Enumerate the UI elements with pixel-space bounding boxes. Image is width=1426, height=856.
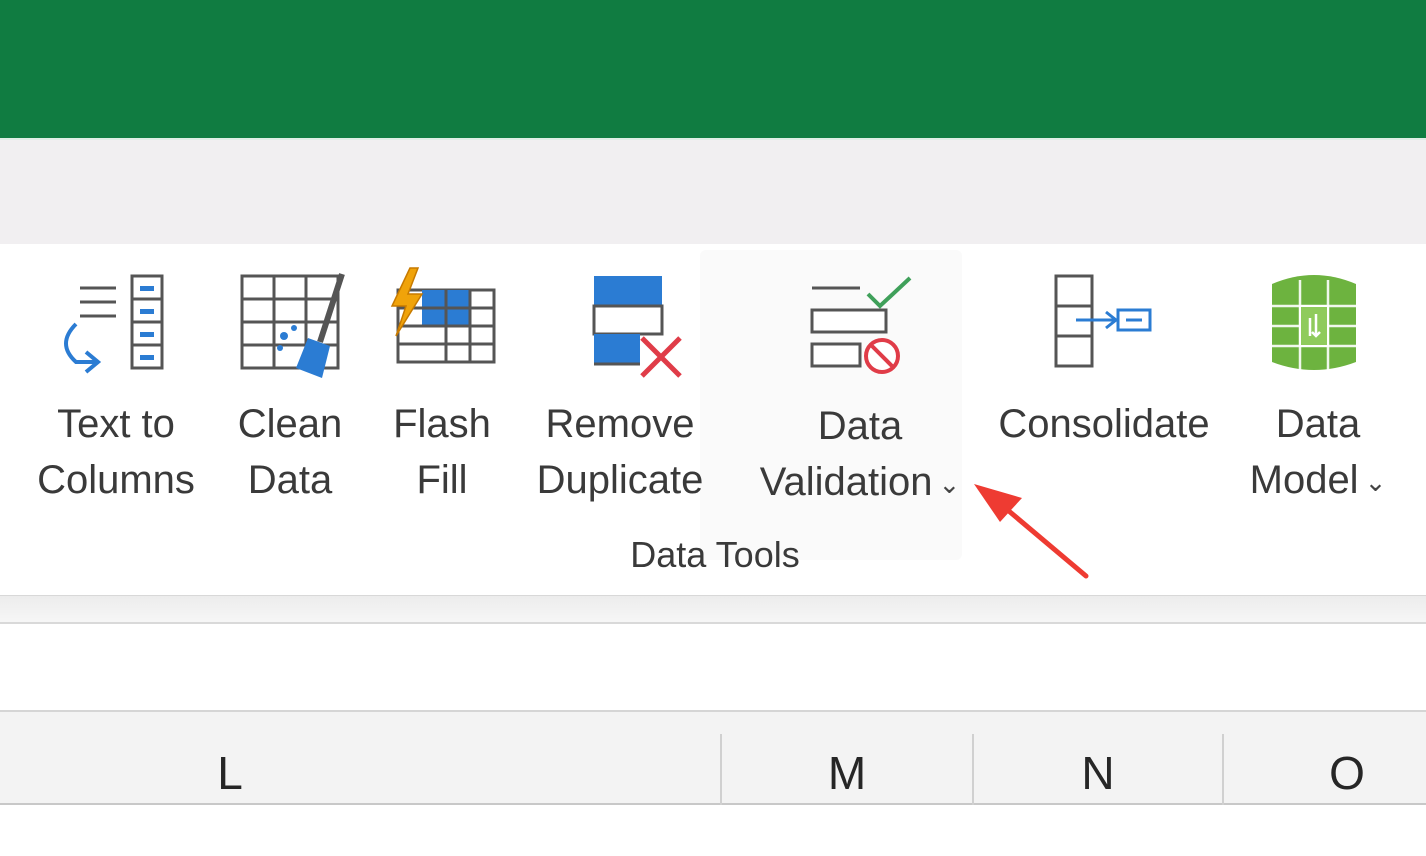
clean-data-button[interactable]: Clean Data (222, 256, 358, 516)
ribbon-divider (0, 596, 1426, 624)
remove-duplicate-label: Remove Duplicate (536, 402, 704, 502)
column-header-n[interactable]: N (974, 712, 1222, 805)
formula-bar-area (0, 626, 1426, 710)
chevron-down-icon: ⌄ (938, 469, 961, 500)
data-model-icon (1272, 275, 1356, 370)
column-header-m[interactable]: M (722, 712, 972, 805)
text-to-columns-label: Text to Columns (37, 402, 195, 502)
remove-duplicate-icon (592, 276, 682, 378)
column-header-row: L M N O (0, 710, 1426, 805)
data-model-label: Data Model ⌄ (1249, 402, 1387, 502)
consolidate-button[interactable]: Consolidate (990, 256, 1218, 516)
chevron-down-icon: ⌄ (1364, 467, 1387, 498)
text-to-columns-button[interactable]: Text to Columns (30, 256, 202, 516)
data-validation-icon (810, 276, 912, 374)
consolidate-label: Consolidate (998, 402, 1210, 446)
text-to-columns-icon (64, 274, 164, 374)
clean-data-label: Clean Data (237, 402, 343, 502)
column-header-o[interactable]: O (1224, 712, 1426, 805)
flash-fill-icon (390, 267, 496, 364)
flash-fill-button[interactable]: Flash Fill (378, 256, 506, 516)
remove-duplicate-button[interactable]: Remove Duplicate (528, 256, 712, 516)
clean-data-icon (240, 273, 345, 378)
worksheet-grid[interactable] (0, 805, 1426, 856)
group-label-data-tools: Data Tools (630, 534, 800, 575)
ribbon-tab-strip (0, 138, 1426, 244)
title-bar (0, 0, 1426, 138)
data-validation-label: Data Validation ⌄ (759, 404, 961, 504)
flash-fill-label: Flash Fill (393, 402, 491, 502)
data-validation-button[interactable]: Data Validation ⌄ (740, 256, 980, 516)
consolidate-icon (1054, 274, 1152, 368)
data-model-button[interactable]: Data Model ⌄ (1232, 256, 1404, 516)
column-header-l[interactable]: L (0, 712, 720, 805)
